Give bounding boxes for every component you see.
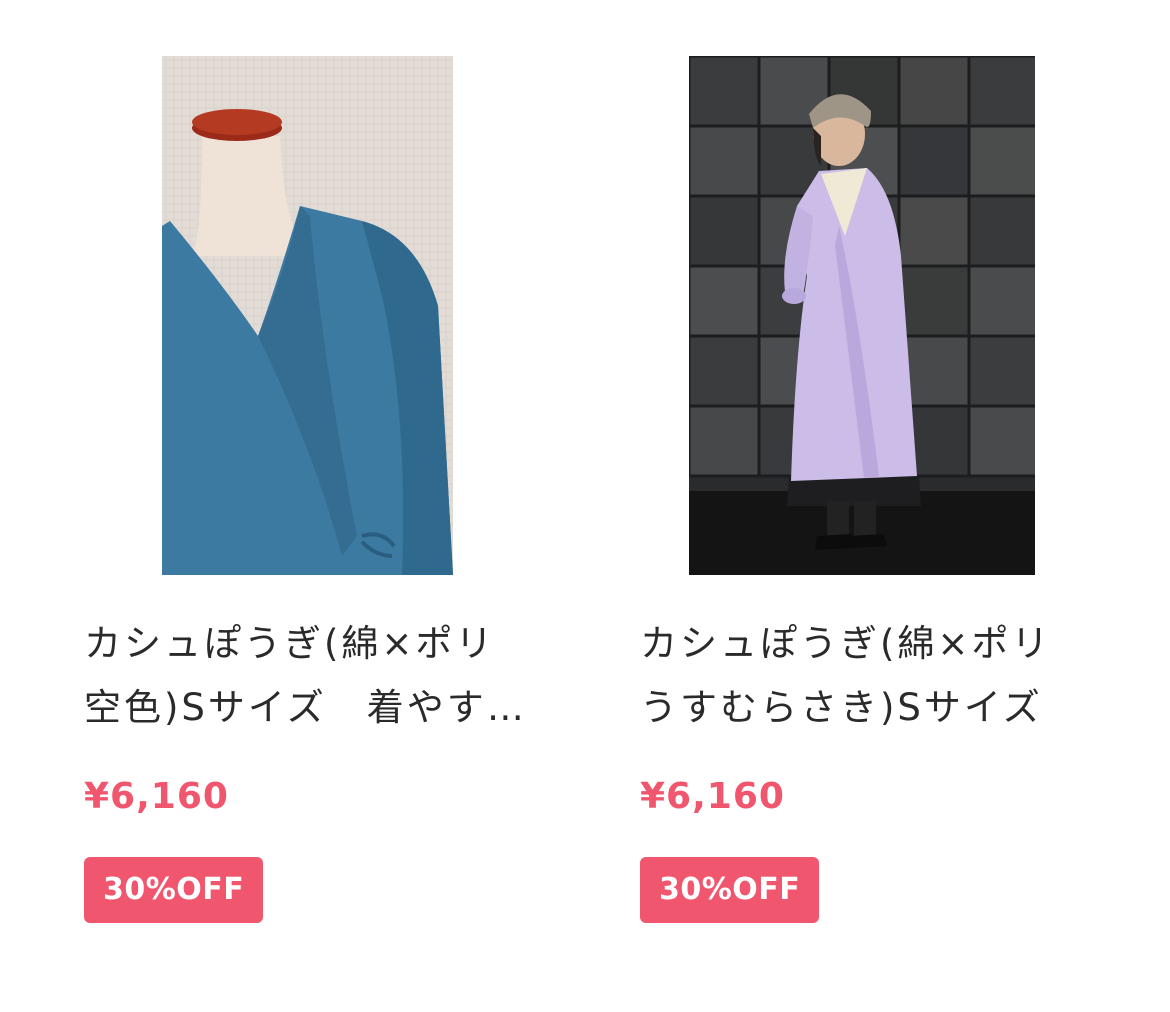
discount-badge: 30%OFF <box>84 857 264 923</box>
product-title[interactable]: カシュぽうぎ(綿×ポリ空色)Sサイズ 着やすい <box>84 612 524 740</box>
product-title[interactable]: カシュぽうぎ(綿×ポリうすむらさき)Sサイズ <box>640 612 1080 740</box>
product-image[interactable] <box>162 56 453 575</box>
product-price: ¥6,160 <box>640 776 785 817</box>
product-price: ¥6,160 <box>84 776 229 817</box>
discount-badge: 30%OFF <box>640 857 820 923</box>
product-image[interactable] <box>689 56 1035 575</box>
product-card[interactable]: カシュぽうぎ(綿×ポリうすむらさき)Sサイズ ¥6,160 30%OFF <box>640 0 1080 1012</box>
product-card[interactable]: カシュぽうぎ(綿×ポリ空色)Sサイズ 着やすい ¥6,160 30%OFF <box>84 0 524 1012</box>
